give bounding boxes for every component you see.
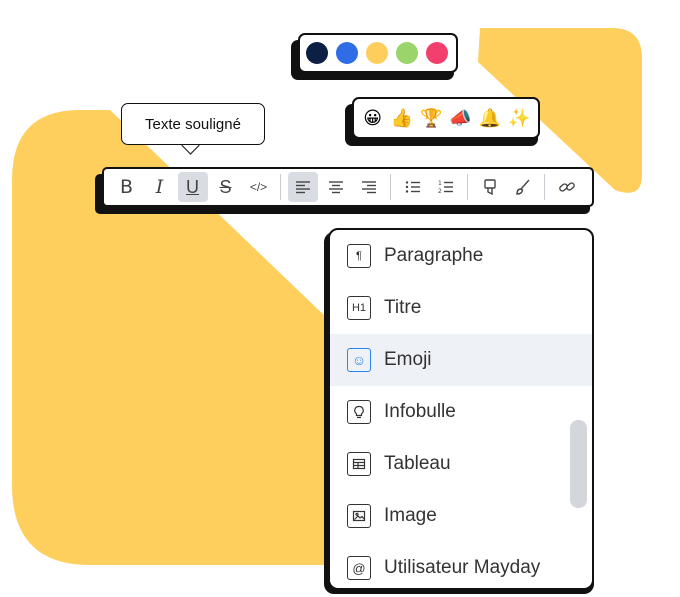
emoji-reaction-bar: 😀 👍 🏆 📣 🔔 ✨ [352, 97, 540, 139]
align-center-button[interactable] [321, 172, 351, 202]
image-icon [347, 504, 371, 528]
sparkles-emoji[interactable]: ✨ [506, 105, 532, 131]
at-icon: @ [347, 556, 371, 580]
menu-item-emoji[interactable]: ☺ Emoji [330, 334, 592, 386]
align-left-button[interactable] [287, 172, 318, 202]
italic-button[interactable]: I [145, 172, 175, 202]
brush-icon [515, 179, 530, 195]
color-palette [298, 33, 458, 73]
menu-item-tooltip[interactable]: Infobulle [330, 386, 592, 438]
grinning-face-emoji[interactable]: 😀 [360, 105, 386, 131]
menu-item-label: Tableau [384, 453, 451, 474]
align-center-icon [328, 181, 343, 194]
toolbar-divider [280, 174, 281, 200]
thumbs-up-emoji[interactable]: 👍 [389, 105, 415, 131]
underline-button[interactable]: U [177, 172, 208, 202]
link-icon [558, 182, 575, 192]
underline-icon: U [186, 176, 199, 197]
highlight-button[interactable] [475, 172, 505, 202]
table-icon [347, 452, 371, 476]
menu-item-label: Titre [384, 297, 422, 318]
color-swatch-navy[interactable] [306, 42, 328, 64]
bell-emoji[interactable]: 🔔 [477, 105, 503, 131]
code-icon: </> [249, 180, 268, 194]
strikethrough-button[interactable]: S [211, 172, 241, 202]
italic-icon: I [155, 176, 164, 198]
bullet-list-icon [405, 181, 420, 193]
insert-block-menu: ¶ Paragraphe H1 Titre ☺ Emoji Infobulle … [328, 228, 594, 590]
brush-button[interactable] [508, 172, 538, 202]
lightbulb-icon [347, 400, 371, 424]
numbered-list-button[interactable]: 12 [431, 172, 461, 202]
emoji-icon: ☺ [347, 348, 371, 372]
color-swatch-green[interactable] [396, 42, 418, 64]
align-left-icon [295, 181, 310, 194]
strikethrough-icon: S [219, 176, 232, 197]
menu-scrollbar[interactable] [570, 420, 587, 508]
underline-tooltip: Texte souligné [121, 103, 265, 145]
formatting-toolbar: B I U S </> 12 [102, 167, 594, 207]
menu-item-label: Infobulle [384, 401, 456, 422]
menu-item-label: Paragraphe [384, 245, 484, 266]
tooltip-text: Texte souligné [145, 115, 241, 133]
bold-icon: B [119, 176, 134, 198]
align-right-button[interactable] [354, 172, 384, 202]
menu-item-label: Utilisateur Mayday [384, 557, 541, 578]
megaphone-emoji[interactable]: 📣 [448, 105, 474, 131]
align-right-icon [361, 181, 376, 194]
menu-item-label: Image [384, 505, 437, 526]
highlighter-icon [483, 179, 496, 196]
trophy-emoji[interactable]: 🏆 [418, 105, 444, 131]
menu-item-heading[interactable]: H1 Titre [330, 282, 592, 334]
menu-item-paragraph[interactable]: ¶ Paragraphe [330, 230, 592, 282]
toolbar-divider [467, 174, 468, 200]
bullet-list-button[interactable] [398, 172, 428, 202]
menu-item-image[interactable]: Image [330, 490, 592, 542]
bold-button[interactable]: B [112, 172, 142, 202]
menu-item-mention-user[interactable]: @ Utilisateur Mayday [330, 542, 592, 588]
color-swatch-pink[interactable] [426, 42, 448, 64]
menu-item-label: Emoji [384, 349, 432, 370]
link-button[interactable] [552, 172, 582, 202]
toolbar-divider [544, 174, 545, 200]
svg-text:2: 2 [438, 188, 442, 195]
paragraph-icon: ¶ [347, 244, 371, 268]
code-button[interactable]: </> [244, 172, 274, 202]
heading-icon: H1 [347, 296, 371, 320]
svg-text:1: 1 [438, 180, 442, 187]
color-swatch-yellow[interactable] [366, 42, 388, 64]
numbered-list-icon: 12 [438, 180, 453, 195]
toolbar-divider [390, 174, 391, 200]
color-swatch-blue[interactable] [336, 42, 358, 64]
menu-item-table[interactable]: Tableau [330, 438, 592, 490]
